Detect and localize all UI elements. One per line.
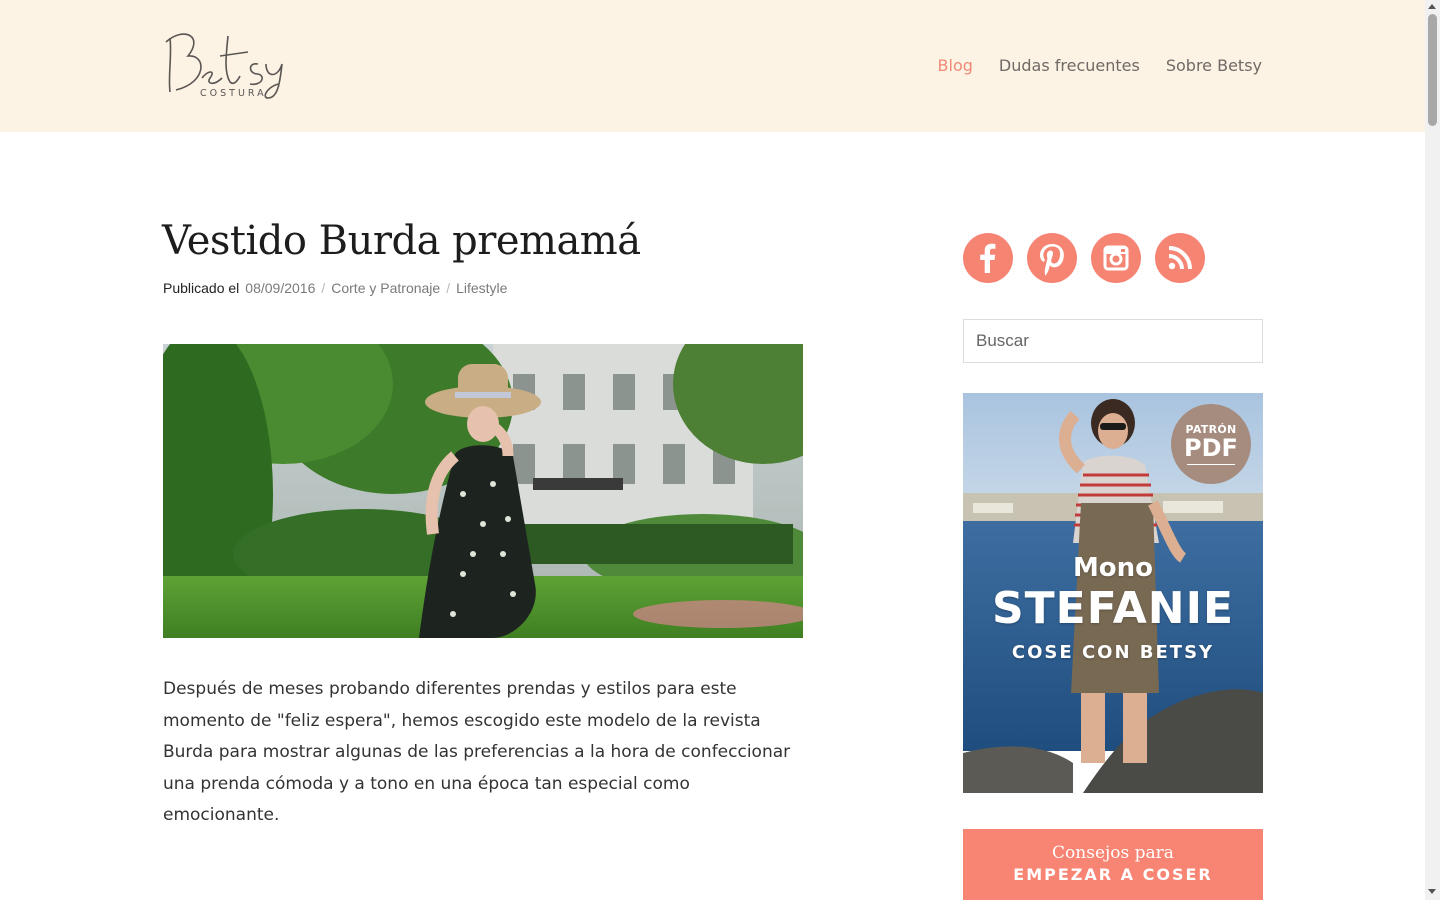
instagram-icon bbox=[1103, 245, 1129, 271]
ad-line1: Mono bbox=[1072, 553, 1154, 583]
social-links bbox=[963, 233, 1205, 283]
logo-sub-text: COSTURA bbox=[200, 88, 267, 99]
post-meta: Publicado el 08/09/2016 / Corte y Patron… bbox=[163, 280, 507, 296]
pinterest-button[interactable] bbox=[1027, 233, 1077, 283]
instagram-button[interactable] bbox=[1091, 233, 1141, 283]
nav-item-dudas-frecuentes[interactable]: Dudas frecuentes bbox=[999, 56, 1140, 75]
ad-line3: COSE CON BETSY bbox=[1011, 642, 1215, 663]
meta-published-label: Publicado el bbox=[163, 280, 240, 296]
ad-badge-line2: PDF bbox=[1184, 434, 1238, 462]
scroll-thumb[interactable] bbox=[1428, 14, 1437, 126]
nav-item-blog[interactable]: Blog bbox=[938, 56, 973, 75]
ad-badge: PATRÓN PDF bbox=[1171, 404, 1251, 484]
cta-line1: Consejos para bbox=[1052, 843, 1174, 863]
scroll-down-arrow-icon[interactable] bbox=[1428, 889, 1436, 894]
search-input[interactable] bbox=[963, 319, 1263, 363]
rss-icon bbox=[1168, 246, 1192, 270]
meta-separator: / bbox=[446, 280, 451, 296]
rss-button[interactable] bbox=[1155, 233, 1205, 283]
site-header: COSTURA Blog Dudas frecuentes Sobre Bets… bbox=[0, 0, 1425, 132]
cta-line2: EMPEZAR A COSER bbox=[1013, 865, 1213, 884]
scroll-up-arrow-icon[interactable] bbox=[1428, 4, 1436, 9]
ad-badge-rule bbox=[1187, 464, 1235, 465]
site-logo[interactable]: COSTURA bbox=[162, 26, 304, 102]
facebook-icon bbox=[980, 243, 996, 273]
betsy-logo-icon: COSTURA bbox=[165, 33, 283, 99]
beginner-tips-banner[interactable]: Consejos para EMPEZAR A COSER bbox=[963, 829, 1263, 900]
post-excerpt: Después de meses probando diferentes pre… bbox=[163, 679, 791, 826]
featured-image[interactable] bbox=[163, 344, 803, 638]
meta-separator: / bbox=[321, 280, 326, 296]
main-nav: Blog Dudas frecuentes Sobre Betsy bbox=[938, 56, 1262, 75]
post-title: Vestido Burda premamá bbox=[162, 218, 641, 264]
ad-line2: STEFANIE bbox=[991, 583, 1235, 634]
pattern-ad-banner[interactable]: PATRÓN PDF Mono STEFANIE COSE CON BETSY bbox=[963, 393, 1263, 793]
meta-category-corte[interactable]: Corte y Patronaje bbox=[331, 280, 440, 296]
meta-date[interactable]: 08/09/2016 bbox=[245, 280, 315, 296]
meta-category-lifestyle[interactable]: Lifestyle bbox=[456, 280, 507, 296]
nav-item-sobre-betsy[interactable]: Sobre Betsy bbox=[1166, 56, 1262, 75]
featured-photo bbox=[163, 344, 803, 638]
pinterest-icon bbox=[1040, 244, 1064, 276]
facebook-button[interactable] bbox=[963, 233, 1013, 283]
page-scrollbar[interactable] bbox=[1425, 0, 1440, 900]
